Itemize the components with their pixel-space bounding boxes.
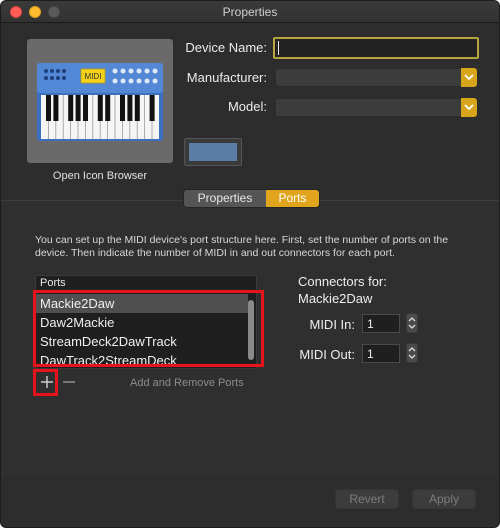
midi-in-stepper[interactable] [406,313,418,333]
midi-keyboard-synth-icon: MIDI [37,63,163,141]
manufacturer-dropdown-button[interactable] [461,68,477,87]
midi-out-label: MIDI Out: [299,347,355,362]
revert-button[interactable]: Revert [335,489,399,509]
title-bar: Properties [1,1,499,23]
add-remove-ports-label: Add and Remove Ports [130,377,244,389]
midi-badge-text: MIDI [85,72,102,81]
midi-in-field[interactable]: 1 [362,314,400,333]
model-dropdown-button[interactable] [461,98,477,117]
device-name-input[interactable] [273,37,479,59]
connectors-heading: Connectors for: Mackie2Daw [298,273,387,307]
model-combobox[interactable] [275,98,477,117]
apply-button[interactable]: Apply [412,489,476,509]
tab-ports[interactable]: Ports [266,190,319,207]
tab-bar: Properties Ports [183,189,320,208]
manufacturer-combobox[interactable] [275,68,477,87]
chevron-down-icon [464,74,474,81]
connectors-title: Connectors for: [298,274,387,289]
midi-out-field[interactable]: 1 [362,344,400,363]
stepper-arrows-icon [408,347,416,359]
model-label: Model: [227,99,267,114]
midi-in-label: MIDI In: [309,317,355,332]
tab-properties[interactable]: Properties [184,190,266,207]
ports-highlight-annotation [33,290,264,367]
minus-icon[interactable] [61,374,77,390]
device-name-label: Device Name: [185,40,267,55]
text-caret [278,41,279,55]
connectors-port-name: Mackie2Daw [298,291,373,306]
properties-window: Properties MIDI Open Icon Browser Device… [0,0,500,528]
midi-out-stepper[interactable] [406,343,418,363]
open-icon-browser-label[interactable]: Open Icon Browser [27,170,173,182]
chevron-down-icon [464,104,474,111]
device-color-well[interactable] [184,138,242,166]
plus-icon[interactable] [39,374,55,390]
device-color-swatch [189,143,237,161]
stepper-arrows-icon [408,317,416,329]
window-title: Properties [222,5,278,19]
ports-description: You can set up the MIDI device's port st… [35,234,449,259]
manufacturer-label: Manufacturer: [186,70,267,85]
